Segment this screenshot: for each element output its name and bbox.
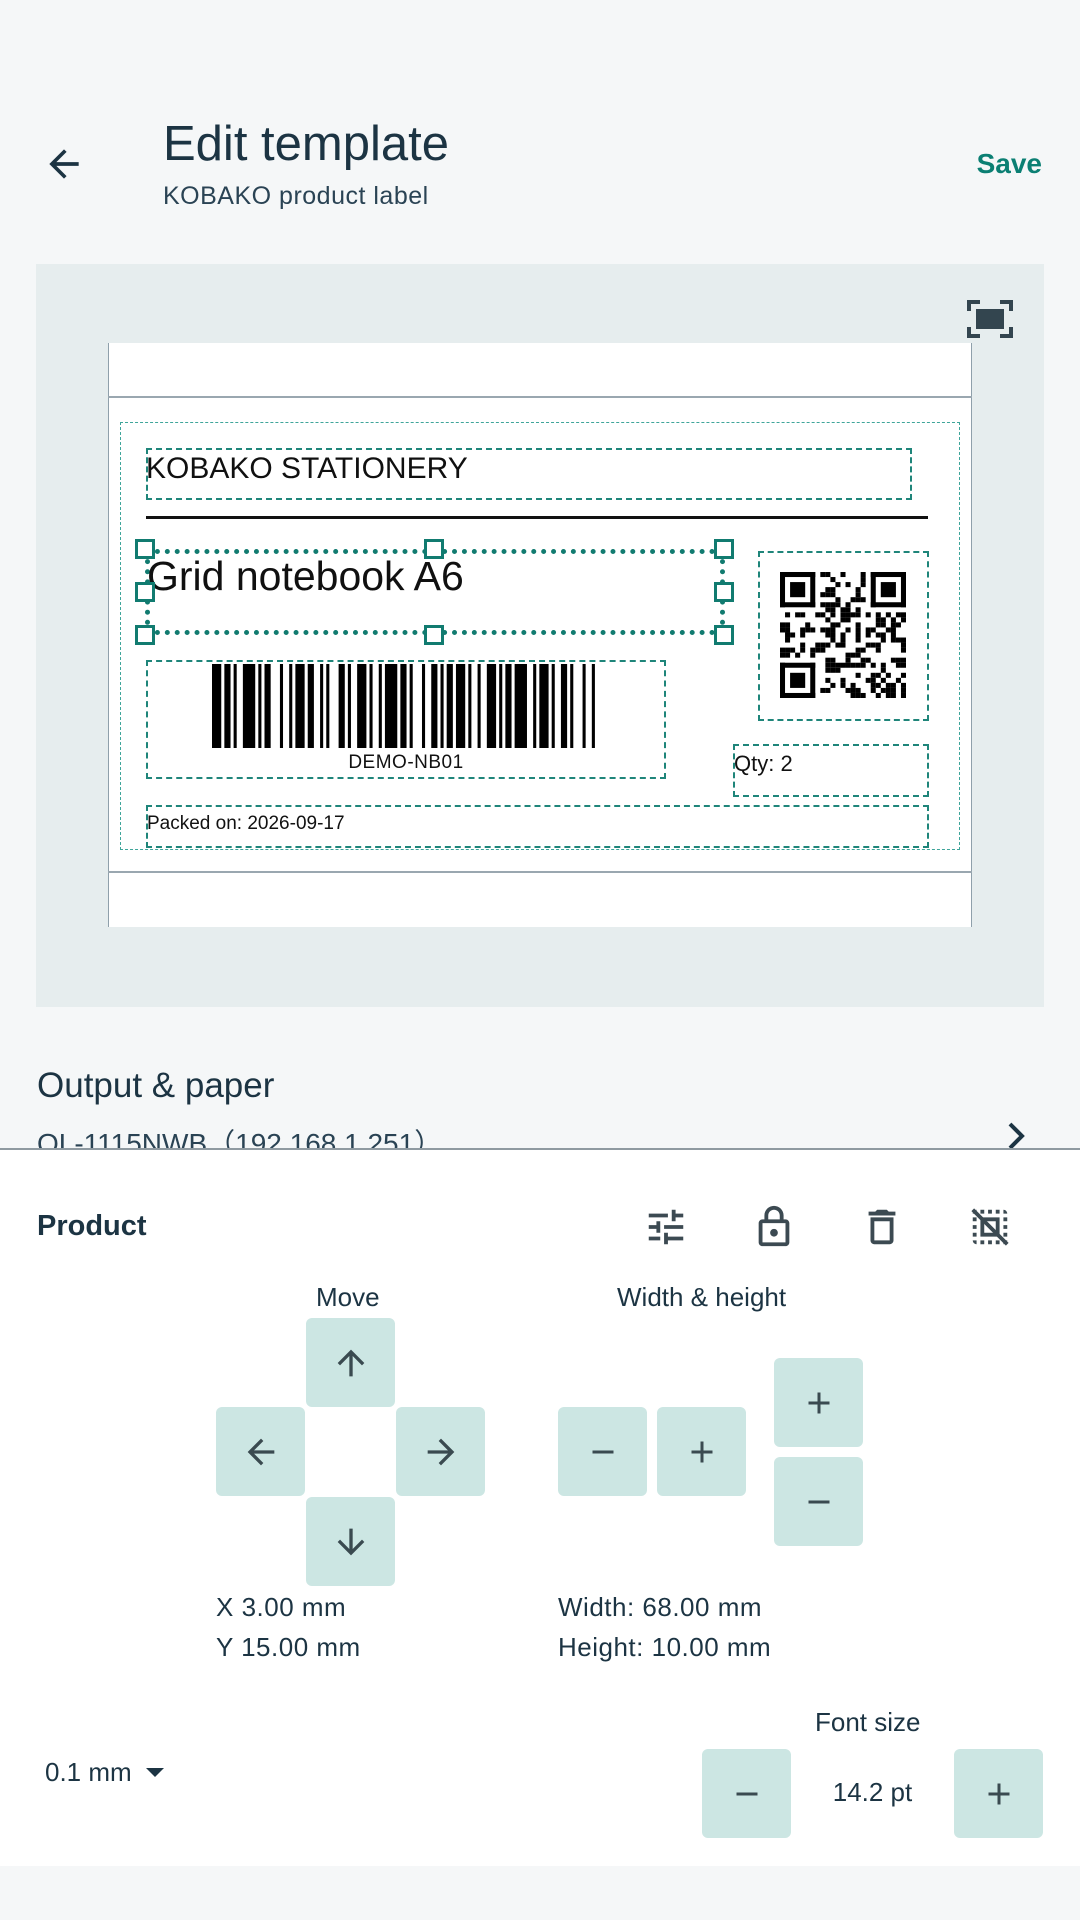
resize-handle-top[interactable] (424, 539, 444, 559)
arrow-back-icon (49, 149, 79, 179)
delete-button[interactable] (854, 1199, 910, 1255)
step-size-value: 0.1 mm (45, 1757, 132, 1787)
product-text: Grid notebook A6 (147, 553, 464, 599)
resize-handle-left[interactable] (135, 582, 155, 602)
delete-icon (868, 1209, 896, 1245)
minus-icon (808, 1500, 829, 1503)
qty-text: Qty: 2 (734, 751, 793, 776)
lock-icon (758, 1205, 790, 1247)
deselect-icon (971, 1208, 1009, 1246)
output-paper-title[interactable]: Output & paper (37, 1066, 274, 1106)
height-decrease-button[interactable] (774, 1457, 863, 1546)
width-readout: Width: 68.00 mm (558, 1592, 763, 1622)
x-position-readout: X 3.00 mm (216, 1592, 347, 1622)
plus-icon (988, 1783, 1009, 1804)
resize-handle-right[interactable] (714, 582, 734, 602)
resize-handle-top-right[interactable] (714, 539, 734, 559)
back-button[interactable] (30, 130, 98, 198)
font-size-decrease-button[interactable] (702, 1749, 791, 1838)
deselect-button[interactable] (962, 1199, 1018, 1255)
qr-code (780, 572, 906, 698)
save-button[interactable]: Save (977, 148, 1042, 180)
fit-screen-button[interactable] (962, 295, 1018, 343)
arrow-up-icon (337, 1349, 364, 1376)
size-label: Width & height (617, 1282, 787, 1312)
width-decrease-button[interactable] (558, 1407, 647, 1496)
minus-icon (736, 1792, 757, 1795)
resize-handle-bottom[interactable] (424, 625, 444, 645)
width-increase-button[interactable] (657, 1407, 746, 1496)
paper-top-margin-line (108, 396, 972, 398)
lock-button[interactable] (746, 1199, 802, 1255)
barcode (212, 664, 595, 748)
move-down-button[interactable] (306, 1497, 395, 1586)
move-up-button[interactable] (306, 1318, 395, 1407)
page-subtitle: KOBAKO product label (163, 182, 429, 210)
minus-icon (592, 1450, 613, 1453)
height-increase-button[interactable] (774, 1358, 863, 1447)
resize-handle-bottom-right[interactable] (714, 625, 734, 645)
tune-icon (648, 1209, 684, 1245)
arrow-right-icon (427, 1438, 454, 1465)
font-size-label: Font size (815, 1707, 921, 1737)
move-right-button[interactable] (396, 1407, 485, 1496)
move-left-button[interactable] (216, 1407, 305, 1496)
font-size-value: 14.2 pt (832, 1777, 913, 1807)
divider-line[interactable] (146, 516, 928, 519)
paper-bottom-margin-line (108, 871, 972, 873)
y-position-readout: Y 15.00 mm (216, 1632, 361, 1662)
arrow-left-icon (247, 1438, 274, 1465)
packed-date-text: Packed on: 2026-09-17 (147, 813, 345, 834)
panel-title: Product (37, 1210, 147, 1242)
fit-screen-icon (967, 300, 1013, 338)
barcode-text: DEMO-NB01 (348, 752, 464, 773)
plus-icon (691, 1441, 712, 1462)
move-label: Move (316, 1282, 380, 1312)
page-title: Edit template (163, 117, 449, 171)
resize-handle-bottom-left[interactable] (135, 625, 155, 645)
arrow-down-icon (337, 1528, 364, 1555)
height-readout: Height: 10.00 mm (558, 1632, 772, 1662)
plus-icon (808, 1392, 829, 1413)
dropdown-arrow-icon (145, 1768, 164, 1777)
brand-text: KOBAKO STATIONERY (146, 452, 468, 485)
step-size-dropdown[interactable]: 0.1 mm (45, 1757, 164, 1788)
printer-name[interactable]: QL-1115NWB（192.168.1.251） (37, 1122, 442, 1150)
resize-handle-top-left[interactable] (135, 539, 155, 559)
font-size-increase-button[interactable] (954, 1749, 1043, 1838)
properties-button[interactable] (638, 1199, 694, 1255)
